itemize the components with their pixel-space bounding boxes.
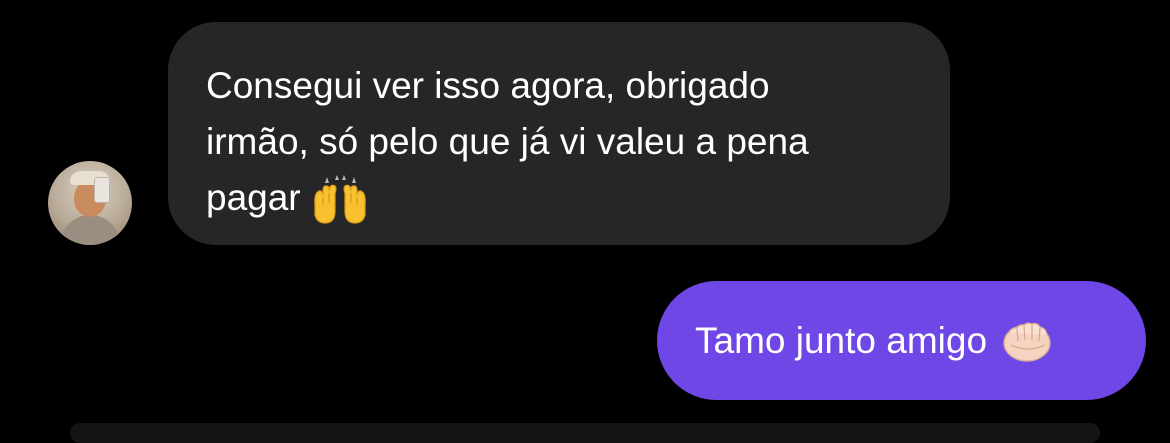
fist-bump-emoji-icon — [1001, 319, 1053, 363]
incoming-message-line-text: pagar — [206, 177, 301, 218]
incoming-message-line: Consegui ver isso agora, obrigado — [206, 65, 770, 106]
incoming-message-bubble[interactable]: Consegui ver isso agora, obrigado irmão,… — [168, 22, 950, 245]
avatar-body-shape — [60, 215, 120, 245]
message-composer-edge[interactable] — [70, 423, 1100, 443]
avatar-phone-shape — [94, 177, 110, 203]
sender-avatar[interactable] — [48, 161, 132, 245]
incoming-message-line-last: pagar — [206, 170, 910, 226]
outgoing-message-text: Tamo junto amigo — [695, 319, 988, 361]
raising-hands-emoji-icon — [311, 175, 369, 225]
chat-thread: Consegui ver isso agora, obrigado irmão,… — [0, 0, 1170, 443]
outgoing-message-bubble[interactable]: Tamo junto amigo — [657, 281, 1146, 400]
incoming-message-line: irmão, só pelo que já vi valeu a pena — [206, 121, 809, 162]
